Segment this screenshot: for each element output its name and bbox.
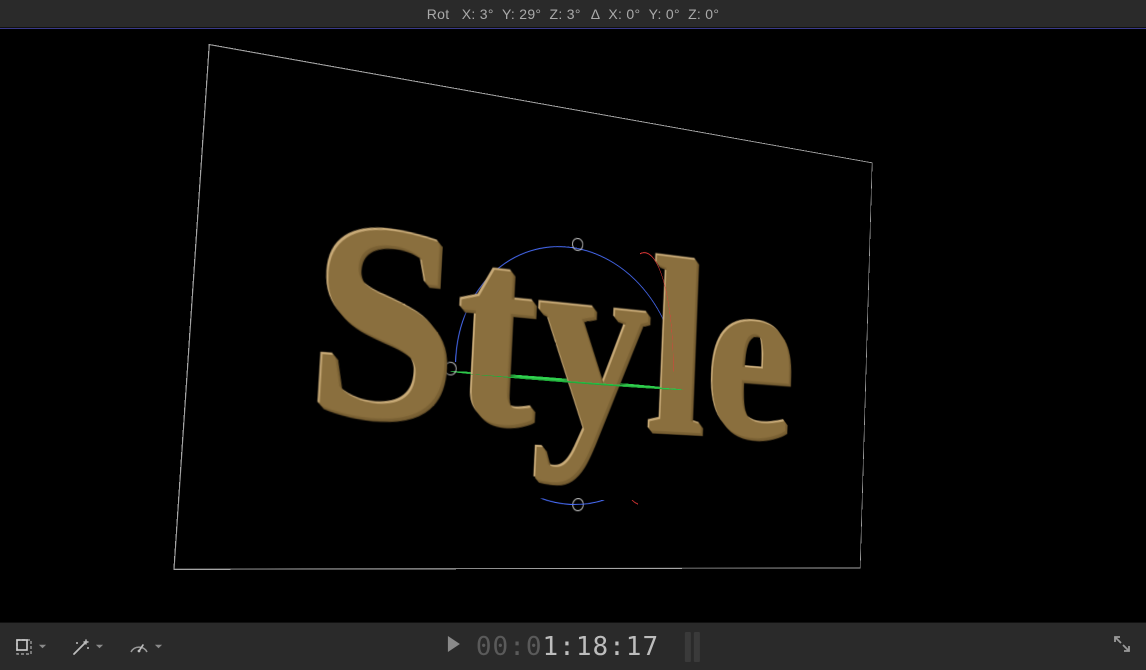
- timecode-leading: 00:0: [476, 632, 543, 662]
- crop-menu-button[interactable]: [14, 633, 47, 661]
- rotation-info-bar: Rot X: 3° Y: 29° Z: 3° Δ X: 0° Y: 0° Z: …: [0, 0, 1146, 28]
- play-button[interactable]: [446, 635, 462, 658]
- fullscreen-icon: [1112, 641, 1132, 658]
- crop-icon: [14, 637, 34, 657]
- chevron-down-icon: [95, 642, 104, 651]
- fullscreen-button[interactable]: [1112, 634, 1132, 659]
- delta-symbol: Δ: [591, 6, 601, 22]
- viewer-toolbar: 00:01:18:17: [0, 622, 1146, 670]
- audio-meter-l: [685, 632, 691, 662]
- viewer-canvas[interactable]: Style: [0, 28, 1146, 622]
- rot-x-value: X: 3°: [462, 6, 494, 22]
- delta-y-value: Y: 0°: [649, 6, 680, 22]
- timecode-value: 1:18:17: [543, 632, 660, 662]
- chevron-down-icon: [154, 642, 163, 651]
- chevron-down-icon: [38, 642, 47, 651]
- enhance-menu-button[interactable]: [71, 633, 104, 661]
- selection-bounding-box[interactable]: Style: [173, 44, 872, 570]
- audio-meter-r: [694, 632, 700, 662]
- rot-z-value: Z: 3°: [550, 6, 581, 22]
- delta-z-value: Z: 0°: [688, 6, 719, 22]
- magic-wand-icon: [71, 637, 91, 657]
- audio-level-meters: [685, 632, 700, 662]
- speedometer-icon: [128, 637, 150, 657]
- delta-x-value: X: 0°: [608, 6, 640, 22]
- rot-y-value: Y: 29°: [502, 6, 541, 22]
- rot-label: Rot: [427, 6, 450, 22]
- timecode-display[interactable]: 00:01:18:17: [476, 632, 659, 662]
- retime-menu-button[interactable]: [128, 633, 163, 661]
